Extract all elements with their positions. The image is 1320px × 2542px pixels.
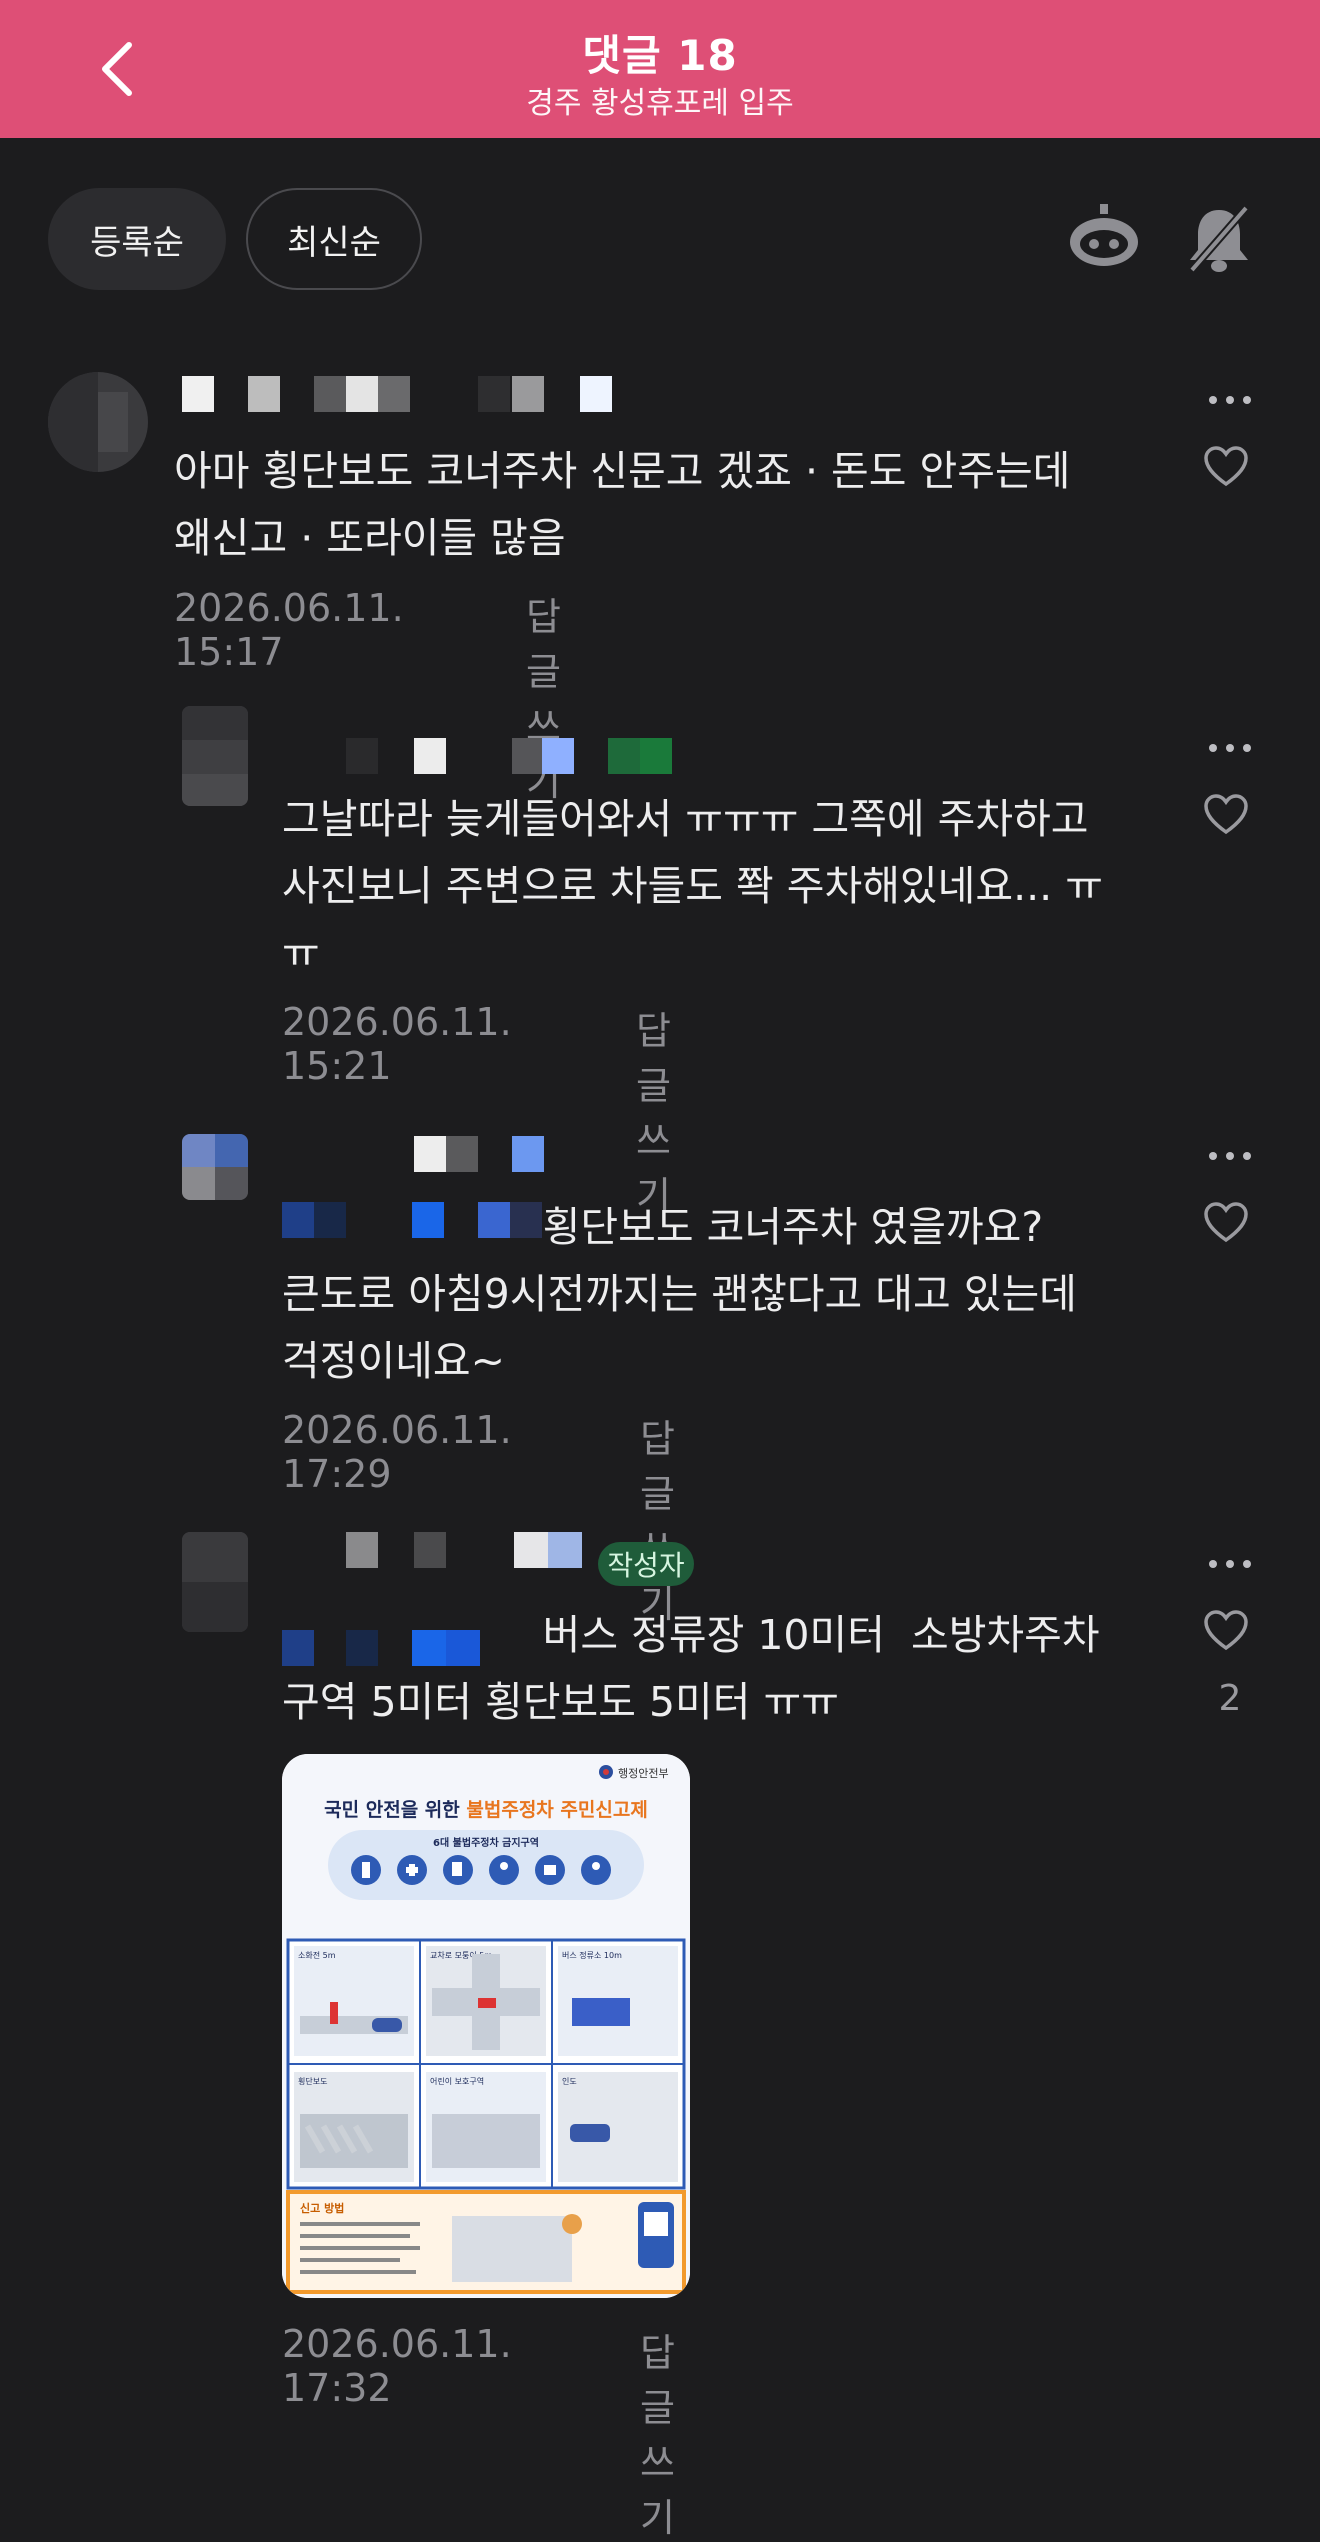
svg-text:소화전 5m: 소화전 5m xyxy=(298,1950,336,1960)
heart-icon xyxy=(1204,794,1248,835)
username-blurred xyxy=(346,1532,582,1568)
more-options-button[interactable] xyxy=(1200,1544,1260,1584)
username-blurred xyxy=(346,738,676,774)
comment-text: 그날따라 늦게들어와서 ㅠㅠㅠ 그쪽에 주차하고 사진보니 주변으로 차들도 쫙… xyxy=(282,795,1103,977)
comment-timestamp: 2026.06.11. 15:17 xyxy=(174,586,404,674)
like-button[interactable] xyxy=(1202,444,1258,500)
page-title: 댓글 18 xyxy=(582,31,738,80)
author-badge: 작성자 xyxy=(598,1542,694,1586)
heart-icon xyxy=(1204,1202,1248,1243)
avatar xyxy=(182,1532,248,1632)
comment-timestamp: 2026.06.11. 17:32 xyxy=(282,2322,512,2410)
reply-button[interactable]: 답글 쓰기 xyxy=(640,1408,675,1628)
like-button[interactable] xyxy=(1202,1200,1258,1256)
robot-icon[interactable] xyxy=(1066,200,1142,276)
sort-registered-button[interactable]: 등록순 xyxy=(48,188,226,290)
svg-text:버스 정류소 10m: 버스 정류소 10m xyxy=(562,1950,622,1960)
svg-text:국민 안전을 위한 불법주정차 주민신고제: 국민 안전을 위한 불법주정차 주민신고제 xyxy=(324,1799,648,1821)
like-count: 2 xyxy=(1218,1678,1242,1719)
comment-text: 아마 횡단보도 코너주차 신문고 겠죠 · 돈도 안주는데 왜신고 · 또라이들… xyxy=(174,447,1071,562)
more-options-button[interactable] xyxy=(1200,728,1260,768)
more-options-button[interactable] xyxy=(1200,1136,1260,1176)
avatar xyxy=(182,1134,248,1200)
bell-off-icon[interactable] xyxy=(1186,204,1252,274)
comment-timestamp: 2026.06.11. 17:29 xyxy=(282,1408,512,1496)
username-blurred xyxy=(414,1136,544,1172)
svg-text:신고 방법: 신고 방법 xyxy=(300,2201,344,2215)
comment-text: 횡단보도 코너주차 였을까요? 큰도로 아침9시전까지는 괜찮다고 대고 있는데… xyxy=(282,1203,1077,1385)
more-options-button[interactable] xyxy=(1200,380,1260,420)
reply-button[interactable]: 답글 쓰기 xyxy=(636,1000,671,1220)
like-button[interactable] xyxy=(1202,792,1258,848)
avatar xyxy=(48,372,148,472)
username-blurred xyxy=(182,376,612,412)
svg-text:행정안전부: 행정안전부 xyxy=(618,1767,669,1780)
more-dots-icon xyxy=(1209,396,1251,404)
more-dots-icon xyxy=(1209,744,1251,752)
reply-button[interactable]: 답글 쓰기 xyxy=(640,2322,675,2542)
like-button[interactable] xyxy=(1202,1608,1258,1664)
svg-text:인도: 인도 xyxy=(562,2076,577,2086)
svg-text:횡단보도: 횡단보도 xyxy=(298,2076,327,2086)
comment-timestamp: 2026.06.11. 15:21 xyxy=(282,1000,512,1088)
page-subtitle: 경주 황성휴포레 입주 xyxy=(526,86,794,121)
svg-text:6대 불법주정차 금지구역: 6대 불법주정차 금지구역 xyxy=(433,1836,539,1849)
avatar xyxy=(182,706,248,806)
attached-image[interactable]: 행정안전부 국민 안전을 위한 불법주정차 주민신고제 6대 불법주정차 금지구… xyxy=(282,1754,690,2298)
comment-text: 버스 정류장 10미터 소방차주차 구역 5미터 횡단보도 5미터 ㅠㅠ xyxy=(282,1611,1100,1726)
heart-icon xyxy=(1204,446,1248,487)
more-dots-icon xyxy=(1209,1560,1251,1568)
parking-notice-poster: 행정안전부 국민 안전을 위한 불법주정차 주민신고제 6대 불법주정차 금지구… xyxy=(282,1754,690,2298)
svg-text:어린이 보호구역: 어린이 보호구역 xyxy=(430,2076,484,2086)
app-header: 댓글 18 경주 황성휴포레 입주 xyxy=(0,0,1320,138)
more-dots-icon xyxy=(1209,1152,1251,1160)
sort-latest-button[interactable]: 최신순 xyxy=(246,188,422,290)
heart-icon xyxy=(1204,1610,1248,1651)
